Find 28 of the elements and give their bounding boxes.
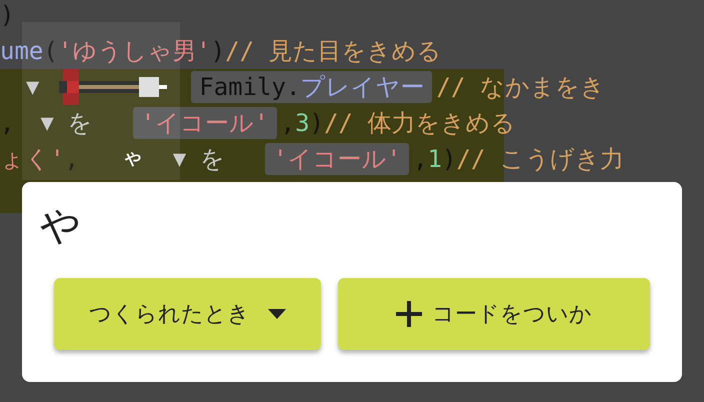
dropdown-arrow[interactable]: ▼: [40, 110, 54, 136]
code-text: 'ゆうしゃ男': [58, 36, 211, 67]
dropdown-arrow[interactable]: ▼: [172, 146, 186, 172]
sprite-label: や: [124, 148, 141, 170]
code-text: を: [68, 108, 93, 139]
dialog-title: や: [40, 202, 82, 251]
code-text: ): [210, 37, 226, 65]
code-text: ,: [64, 145, 79, 173]
code-text: ,: [280, 109, 296, 137]
code-text: 3: [295, 109, 310, 137]
code-comment: // なかまをき: [436, 72, 605, 103]
code-text: 1: [428, 145, 442, 173]
code-text: ): [310, 109, 324, 137]
code-text: (: [43, 37, 58, 65]
code-comment: // 体力をきめる: [324, 108, 516, 139]
code-comment: // こうげき力: [456, 144, 624, 175]
code-text: ょく': [0, 144, 64, 175]
code-text: ): [442, 145, 456, 173]
event-select[interactable]: つくられたとき: [54, 278, 321, 350]
code-text: ume: [0, 37, 44, 65]
dropdown-arrow[interactable]: ▼: [26, 74, 40, 100]
code-text: ,: [413, 145, 428, 173]
add-code-button[interactable]: コードをついか: [338, 278, 650, 350]
code-text: を: [200, 144, 226, 175]
code-comment: // 見た目をきめる: [225, 36, 442, 67]
code-text: ,: [0, 109, 14, 137]
code-text: ): [0, 1, 14, 29]
code-chip[interactable]: Family.プレイヤー: [191, 71, 432, 103]
